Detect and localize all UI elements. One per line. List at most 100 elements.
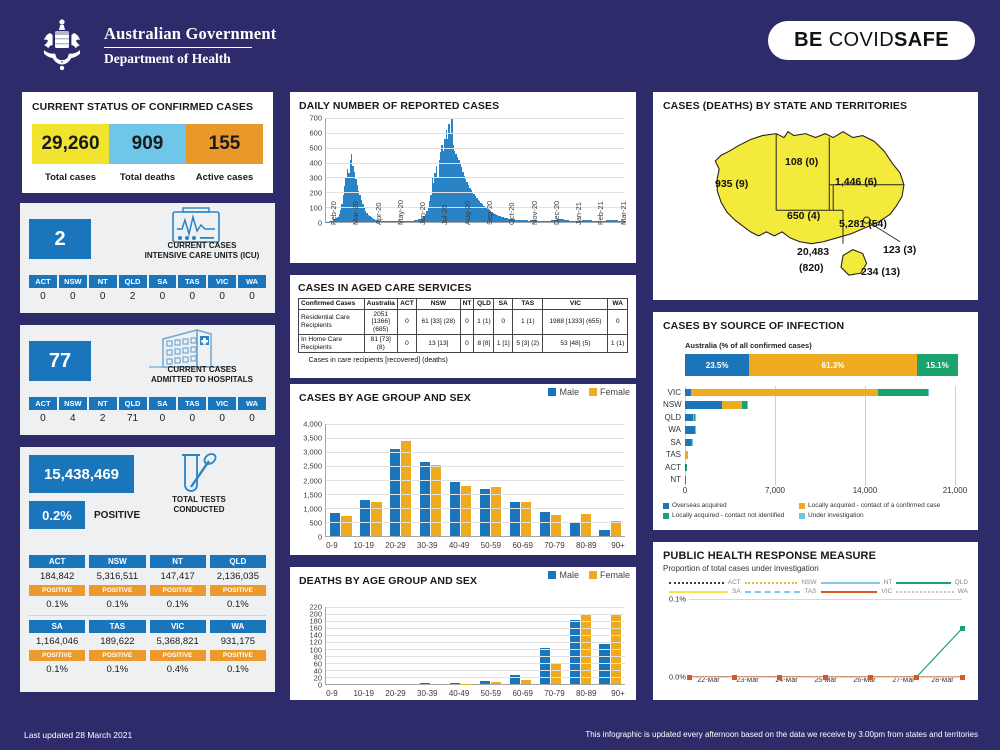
x-tick-label: 10-19 — [353, 689, 374, 698]
hospital-caption-line2: ADMITTED TO HOSPITALS — [151, 375, 253, 384]
icu-state-vic: VIC — [208, 275, 237, 288]
legend-local-contact-label: Locally acquired - contact of a confirme… — [808, 502, 941, 509]
aged-col-nt: NT — [459, 298, 475, 310]
panel-aged-care: CASES IN AGED CARE SERVICES Confirmed Ca… — [288, 273, 638, 380]
map-label-nsw: 5,281 (54) — [839, 218, 887, 230]
bar-segment — [685, 401, 722, 409]
phrm-subtitle: Proportion of total cases under investig… — [663, 564, 819, 573]
grid-line — [326, 438, 625, 439]
phrm-legend-label: SA — [732, 588, 741, 595]
kpi-group: 29,260 Total cases 909 Total deaths 155 … — [32, 124, 263, 183]
cases-age-chart: 0 500 1,000 1,500 2,000 2,500 3,000 3,500 4,000 — [299, 420, 627, 542]
y-tick-label: 2,500 — [303, 461, 322, 471]
icu-current-cases-value: 2 — [29, 219, 91, 259]
grid-line — [326, 621, 625, 622]
icu-value-act: 0 — [40, 291, 46, 302]
source-row-label: SA — [670, 437, 681, 447]
legend-local-contact: Locally acquired - contact of a confirme… — [799, 502, 968, 509]
bar — [520, 679, 532, 684]
deaths-age-legend: Male Female — [548, 570, 630, 580]
source-bar-track — [685, 413, 958, 421]
data-point-marker — [777, 674, 783, 680]
phrm-legend-label: NSW — [801, 579, 817, 586]
x-tick-label: Feb-21 — [596, 201, 606, 225]
aged-residential-australia: 2051 [1366] (685) — [363, 308, 398, 336]
bar-group — [595, 607, 625, 684]
panel-total-tests: 15,438,469 0.2% POSITIVE TOTAL TESTS CON… — [20, 447, 275, 692]
y-tick-label: 220 — [309, 602, 322, 612]
tests-state-nsw: NSW — [89, 555, 146, 568]
legend-female: Female — [588, 570, 630, 580]
data-point-marker — [914, 674, 919, 680]
grid-line — [326, 656, 625, 657]
hosp-value-tas: 0 — [189, 413, 196, 424]
deaths-age-plot — [325, 607, 625, 685]
grid-line — [326, 628, 625, 629]
tests-state-sa: SA — [29, 620, 86, 633]
grid-line — [326, 607, 625, 608]
aged-inhome-vic: 53 [48] (5) — [542, 334, 609, 354]
tests-positive-tag-nsw: POSITIVE — [89, 585, 146, 596]
panel-cases-by-source: CASES BY SOURCE OF INFECTION Australia (… — [651, 310, 980, 532]
phrm-legend-line — [896, 590, 954, 593]
panel-daily-cases: DAILY NUMBER OF REPORTED CASES 0 100 200 30… — [288, 90, 638, 265]
phrm-legend: ACT NSW NT QLD SA TAS VIC WA — [669, 579, 968, 595]
hosp-value-vic: 0 — [219, 413, 225, 424]
tests-pct-tas: 0.1% — [106, 664, 129, 675]
bar-segment — [685, 426, 695, 434]
x-tick-label: Mar-21 — [618, 201, 628, 225]
source-bar-track — [685, 438, 958, 446]
x-tick-label: Aug-20 — [462, 200, 472, 225]
phrm-legend-line — [820, 590, 878, 593]
aged-residential-vic: 1988 [1333] (655) — [542, 308, 609, 336]
grid-line — [326, 147, 625, 149]
aged-col-vic: VIC — [542, 298, 609, 310]
aged-col-wa: WA — [607, 298, 628, 310]
australia-summary-segment: 23.5% — [685, 354, 750, 376]
x-tick-label: Jul-20 — [440, 204, 450, 225]
legend-female-swatch — [588, 388, 597, 396]
grid-line — [326, 670, 625, 671]
bar-segment — [927, 388, 929, 396]
tests-state-nt: NT — [149, 555, 206, 568]
aged-col-australia: Australia — [363, 298, 398, 310]
aged-col-confirmed: Confirmed Cases — [298, 298, 365, 310]
tests-positive-tag-vic: POSITIVE — [149, 650, 206, 661]
phrm-legend-item-wa: WA — [896, 588, 968, 595]
tests-positive-tag-tas: POSITIVE — [89, 650, 146, 661]
tests-state-grid: ACT NSW NT QLD 184,842 5,316,511 147,417… — [29, 555, 266, 676]
aged-residential-act: 0 — [396, 308, 418, 336]
tests-pct-wa: 0.1% — [227, 664, 249, 675]
legend-male-swatch — [548, 571, 557, 579]
aged-inhome-nsw: 13 [13] — [416, 334, 461, 354]
tests-pct-vic: 0.4% — [166, 664, 189, 675]
icu-state-nt: NT — [88, 275, 117, 288]
y-tick-label: 600 — [309, 128, 322, 138]
legend-local-unknown: Locally acquired - contact not identifie… — [663, 512, 793, 519]
grid-line — [326, 508, 625, 509]
deaths-age-bars — [326, 607, 625, 684]
kpi-active-cases: 155 Active cases — [186, 124, 263, 183]
bar-segment — [877, 388, 928, 396]
be-covidsafe-badge: BE COVIDSAFE — [768, 21, 975, 60]
grid-line — [326, 466, 625, 467]
legend-under-investigation-swatch — [799, 512, 805, 519]
tests-count-sa: 1,164,046 — [35, 636, 79, 647]
tests-state-act: ACT — [29, 555, 86, 568]
x-tick-label: Dec-20 — [551, 200, 561, 225]
y-tick-label: 4,000 — [303, 419, 322, 429]
icu-state-sa: SA — [148, 275, 177, 288]
deaths-age-y-axis: 0 20 40 60 80 100 120 140 160 180 200 220 — [299, 603, 325, 690]
panel-hospital-admissions: 77 CURRENT CASES ADMITTED TO HOSPITALS A… — [20, 325, 275, 435]
phrm-legend-line — [896, 581, 951, 584]
bar-segment — [721, 401, 742, 409]
aged-inhome-wa: 1 (1) — [607, 334, 628, 354]
icu-caption: CURRENT CASES INTENSIVE CARE UNITS (ICU) — [137, 241, 267, 261]
hosp-value-nsw: 4 — [70, 413, 76, 424]
aged-care-title: CASES IN AGED CARE SERVICES — [298, 282, 472, 294]
hospital-caption: CURRENT CASES ADMITTED TO HOSPITALS — [137, 365, 267, 385]
x-tick-label: 28-Mar — [931, 677, 954, 684]
map-label-act: 123 (3) — [883, 244, 917, 256]
data-point-marker — [731, 674, 737, 680]
grid-line — [326, 118, 625, 119]
